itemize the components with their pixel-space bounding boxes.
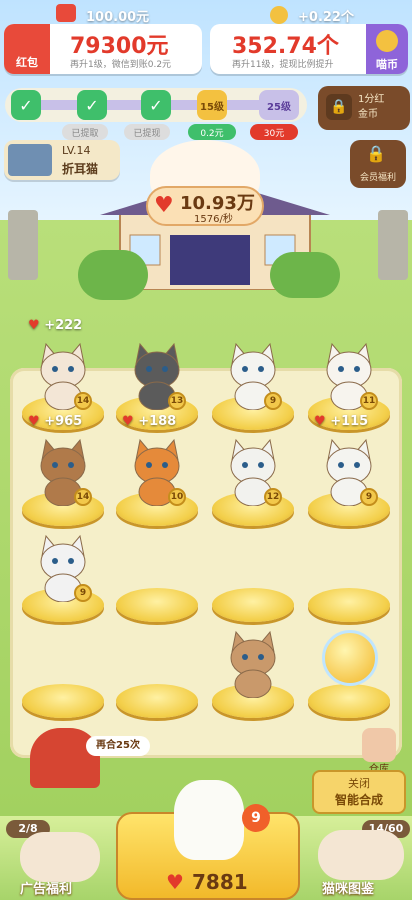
- bonus-title: 1分红: [358, 94, 385, 105]
- cat-level-badge: 12: [264, 488, 282, 506]
- heart-gain-text: ♥ +188: [122, 414, 176, 429]
- cash-card[interactable]: 红包 79300元 再升1级，微信到账0.2元: [4, 24, 202, 74]
- auto-merge-button[interactable]: 关闭 智能合成: [312, 770, 406, 814]
- cat-atlas-label: 猫咪图鉴: [322, 882, 375, 897]
- claimed-badge-2: 已提现: [124, 124, 170, 140]
- cat-level-badge: 10: [168, 488, 186, 506]
- floating-cash: 100.00元: [86, 10, 150, 25]
- board-slot[interactable]: [308, 588, 390, 622]
- heart-gain-text: ♥ +222: [28, 318, 82, 333]
- ad-reward-button[interactable]: [20, 832, 100, 882]
- board-slot[interactable]: [308, 684, 390, 718]
- coin-value: 352.74个: [232, 34, 339, 59]
- player-cat-name: 折耳猫: [62, 162, 99, 176]
- cat-level-badge: 9: [360, 488, 378, 506]
- cat-level-badge: 9: [264, 392, 282, 410]
- cat-icon: [230, 630, 276, 699]
- buy-cat-button[interactable]: 9 ♥ 7881: [116, 780, 300, 900]
- heart-icon: ♥: [28, 414, 40, 429]
- merge-hint: 再合25次: [86, 736, 150, 756]
- lantern-right: [378, 210, 408, 280]
- reward-badge-2[interactable]: 30元: [250, 124, 298, 140]
- auto-merge-label: 智能合成: [334, 793, 383, 807]
- heart-gain-value: +222: [44, 318, 83, 333]
- cat-level-badge: 14: [74, 488, 92, 506]
- level-progress: ✓ ✓ ✓ 15级 25级: [5, 88, 307, 122]
- node-check-icon: ✓: [77, 90, 107, 120]
- heart-icon: ♥: [314, 414, 326, 429]
- coin-hint: 再升11级，提现比例提升: [232, 60, 334, 70]
- buy-count-badge: 9: [242, 804, 270, 832]
- player-avatar: [8, 144, 52, 176]
- vip-label: 会员福利: [359, 173, 396, 183]
- cat-atlas-button[interactable]: [318, 830, 404, 880]
- coin-button-label: 喵币: [376, 58, 398, 71]
- heart-icon: ♥: [154, 193, 174, 218]
- heart-gain-value: +115: [330, 414, 369, 429]
- cash-label: 红包: [16, 56, 38, 69]
- bush-right: [270, 252, 340, 298]
- floating-coin: +0.22个: [298, 10, 354, 25]
- bonus-sub: 金币: [358, 109, 378, 120]
- heart-icon: ♥: [28, 318, 40, 333]
- claimed-badge-1: 已提取: [62, 124, 108, 140]
- ad-reward-label: 广告福利: [20, 882, 73, 897]
- coin-button[interactable]: 喵币: [366, 24, 408, 74]
- node-check-icon: ✓: [141, 90, 171, 120]
- board-slot[interactable]: [116, 588, 198, 622]
- warehouse-icon[interactable]: [362, 728, 396, 762]
- lock-icon: 🔒: [366, 144, 386, 163]
- node-check-icon: ✓: [11, 90, 41, 120]
- board-slot[interactable]: [212, 588, 294, 622]
- heart-gain-text: ♥ +965: [28, 414, 82, 429]
- heart-icon: ♥: [166, 870, 184, 894]
- auto-merge-state: 关闭: [348, 777, 370, 790]
- heart-rate: 1576/秒: [194, 214, 233, 225]
- board-slot[interactable]: [22, 684, 104, 718]
- reward-badge-1[interactable]: 0.2元: [188, 124, 236, 140]
- heart-gain-text: ♥ +115: [314, 414, 368, 429]
- cash-hint: 再升1级，微信到账0.2元: [70, 60, 172, 70]
- level-node-15[interactable]: 15级: [197, 90, 227, 120]
- heart-counter: ♥ 10.93万 1576/秒: [146, 186, 264, 226]
- player-card[interactable]: LV.14 折耳猫: [4, 140, 120, 180]
- heart-icon: ♥: [122, 414, 134, 429]
- cash-icon-small: [56, 4, 76, 22]
- level-node-25[interactable]: 25级: [259, 90, 299, 120]
- cash-value: 79300元: [70, 34, 169, 59]
- cat-level-badge: 9: [74, 584, 92, 602]
- lock-icon: 🔒: [326, 94, 352, 120]
- coin-icon: [376, 30, 398, 52]
- heart-gain-value: +188: [138, 414, 177, 429]
- board-slot[interactable]: [116, 684, 198, 718]
- buy-price: 7881: [192, 870, 248, 894]
- bush-left: [78, 250, 148, 300]
- vip-button[interactable]: 🔒 会员福利: [350, 140, 406, 188]
- cat-level-badge: 11: [360, 392, 378, 410]
- coin-icon-small: [270, 6, 288, 24]
- buy-cat-image: [174, 780, 244, 860]
- cat-level-badge: 14: [74, 392, 92, 410]
- cat-piece[interactable]: [222, 624, 284, 699]
- coin-card[interactable]: 352.74个 再升11级，提现比例提升 喵币: [210, 24, 408, 74]
- lantern-left: [8, 210, 38, 280]
- paw-coin-bubble[interactable]: [322, 630, 378, 686]
- player-level: LV.14: [62, 144, 91, 157]
- heart-gain-value: +965: [44, 414, 83, 429]
- cat-level-badge: 13: [168, 392, 186, 410]
